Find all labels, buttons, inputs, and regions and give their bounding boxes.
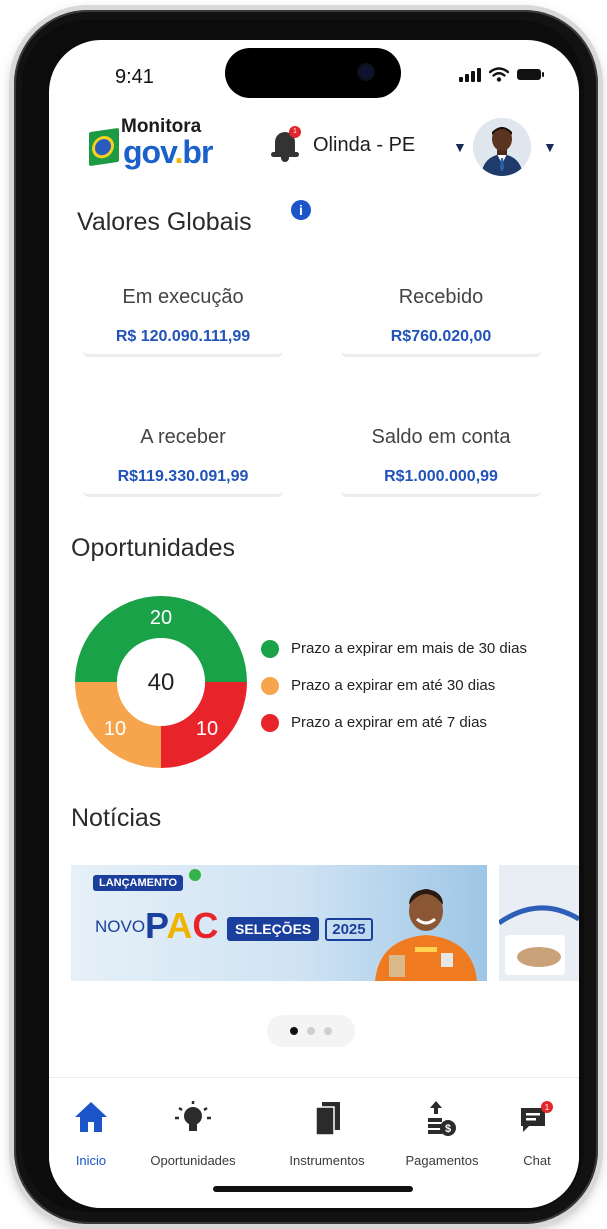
card-label: Recebido xyxy=(398,286,484,308)
card-saldo-em-conta[interactable]: Saldo em conta R$1.000.000,99 xyxy=(341,394,541,497)
tab-label: Pagamentos xyxy=(405,1153,479,1168)
launch-badge: LANÇAMENTO xyxy=(93,875,184,891)
logo-govbr-text: gov.br xyxy=(123,134,213,170)
banner-novo-text: NOVO xyxy=(95,917,146,936)
payment-icon: $ xyxy=(428,1101,456,1136)
banner-pac-logo: PAC xyxy=(145,905,219,946)
news-banner-next-image xyxy=(499,865,579,981)
banner-selecoes-text: SELEÇÕES xyxy=(227,917,320,941)
brazil-flag-icon xyxy=(89,127,119,167)
carousel-dot[interactable] xyxy=(324,1027,332,1035)
noticias-title: Notícias xyxy=(71,804,162,832)
notifications-button[interactable]: 1 xyxy=(271,126,301,164)
card-a-receber[interactable]: A receber R$119.330.091,99 xyxy=(83,394,283,497)
oportunidades-title: Oportunidades xyxy=(71,534,236,562)
tab-chat[interactable]: 1 Chat xyxy=(507,1098,567,1168)
tab-label: Inicio xyxy=(75,1153,107,1168)
donut-slice-label: 10 xyxy=(104,718,126,740)
notification-badge: 1 xyxy=(289,126,301,138)
legend-swatch xyxy=(261,639,279,658)
card-label: A receber xyxy=(140,426,226,448)
legend-label: Prazo a expirar em mais de 30 dias xyxy=(291,640,527,657)
carousel-dot-active[interactable] xyxy=(290,1027,298,1035)
profile-chevron-down-icon[interactable]: ▼ xyxy=(543,139,557,155)
card-value: R$760.020,00 xyxy=(390,328,492,345)
avatar[interactable] xyxy=(473,118,531,176)
tab-inicio[interactable]: Inicio xyxy=(59,1098,123,1168)
status-icons xyxy=(459,66,544,82)
card-em-execucao[interactable]: Em execução R$ 120.090.111,99 xyxy=(83,254,283,357)
tab-label: Instrumentos xyxy=(289,1153,365,1168)
legend-label: Prazo a expirar em até 7 dias xyxy=(291,714,487,731)
dynamic-island xyxy=(225,48,401,98)
tab-label: Chat xyxy=(523,1153,551,1168)
legend-swatch xyxy=(261,713,279,732)
app-screen: 9:41 Monitora gov.br 1 Olinda - PE ▼ ▼ V… xyxy=(49,40,579,1208)
news-banner-next[interactable] xyxy=(499,865,579,981)
legend-swatch xyxy=(261,676,279,695)
tab-oportunidades[interactable]: Oportunidades xyxy=(135,1098,251,1168)
info-icon[interactable]: i xyxy=(291,200,311,220)
legend-item: Prazo a expirar em mais de 30 dias xyxy=(261,630,527,667)
donut-slice-label: 20 xyxy=(150,607,172,629)
legend-item: Prazo a expirar em até 30 dias xyxy=(261,667,527,704)
chat-badge-count: 1 xyxy=(545,1103,550,1112)
chart-legend: Prazo a expirar em mais de 30 dias Prazo… xyxy=(261,630,527,741)
user-avatar-icon xyxy=(473,118,531,176)
legend-label: Prazo a expirar em até 30 dias xyxy=(291,677,496,694)
home-icon xyxy=(75,1102,107,1132)
monitora-govbr-logo[interactable]: Monitora gov.br xyxy=(87,116,227,172)
signal-icon xyxy=(459,66,481,82)
valores-globais-title: Valores Globais xyxy=(77,208,252,236)
documents-icon xyxy=(315,1102,340,1136)
carousel-pagination[interactable] xyxy=(267,1015,355,1047)
chat-icon: 1 xyxy=(521,1101,553,1132)
banner-year-text: 2025 xyxy=(325,917,373,941)
worker-illustration xyxy=(375,889,477,981)
tab-instrumentos[interactable]: Instrumentos xyxy=(275,1098,379,1168)
card-value: R$ 120.090.111,99 xyxy=(115,328,251,345)
home-indicator[interactable] xyxy=(213,1186,413,1192)
battery-icon xyxy=(517,68,544,80)
city-selector[interactable]: Olinda - PE xyxy=(313,134,415,157)
oportunidades-donut-chart[interactable]: 20 10 10 40 xyxy=(73,594,249,770)
tab-pagamentos[interactable]: $ Pagamentos xyxy=(395,1098,489,1168)
wifi-icon xyxy=(489,66,509,82)
status-time: 9:41 xyxy=(115,66,154,88)
card-recebido[interactable]: Recebido R$760.020,00 xyxy=(341,254,541,357)
camera-icon xyxy=(359,65,373,79)
banner-selecoes: SELEÇÕES 2025 xyxy=(227,917,373,941)
city-chevron-down-icon[interactable]: ▼ xyxy=(453,139,467,155)
card-value: R$1.000.000,99 xyxy=(384,468,498,485)
carousel-dot[interactable] xyxy=(307,1027,315,1035)
news-banner-novo-pac[interactable]: LANÇAMENTO NOVO PAC SELEÇÕES 2025 xyxy=(71,865,487,981)
svg-text:$: $ xyxy=(445,1123,451,1135)
donut-slice-label: 10 xyxy=(196,718,218,740)
donut-center-total: 40 xyxy=(148,669,175,696)
lightbulb-icon xyxy=(175,1101,211,1131)
card-label: Saldo em conta xyxy=(371,426,511,448)
app-header: Monitora gov.br 1 Olinda - PE ▼ ▼ xyxy=(49,112,579,184)
tab-label: Oportunidades xyxy=(150,1153,236,1168)
bell-clapper xyxy=(281,157,289,162)
legend-item: Prazo a expirar em até 7 dias xyxy=(261,704,527,741)
card-label: Em execução xyxy=(122,286,244,308)
card-value: R$119.330.091,99 xyxy=(117,468,249,485)
check-icon xyxy=(189,869,201,881)
